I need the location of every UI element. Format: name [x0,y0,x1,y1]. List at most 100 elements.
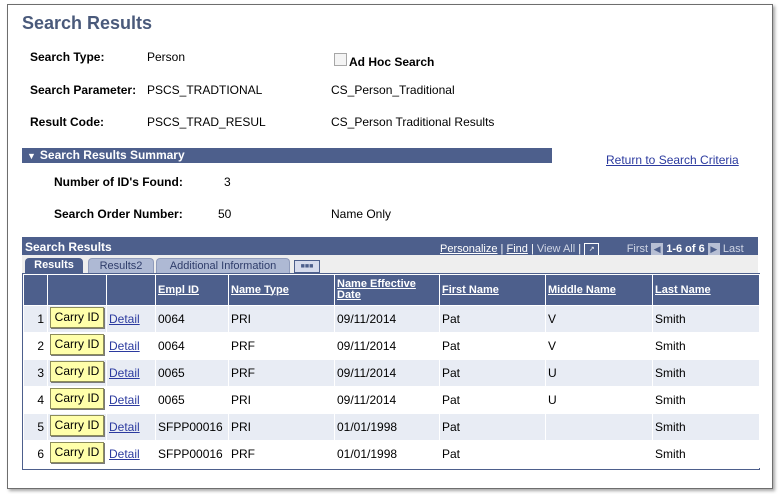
row-number: 1 [23,305,48,333]
view-all-link[interactable]: View All [537,243,575,255]
name-type-cell: PRI [228,413,335,441]
search-order-label: Search Order Number: [54,207,183,221]
column-header-first-name[interactable]: First Name [439,274,546,306]
eff-date-cell: 01/01/1998 [334,413,440,441]
last-name-cell: Smith [652,413,760,441]
table-row: 4 Carry ID Detail 0065 PRI 09/11/2014 Pa… [23,386,760,414]
column-header-rownum [23,274,48,306]
first-name-cell: Pat [439,332,546,360]
carry-id-button[interactable]: Carry ID [50,388,104,409]
eff-date-cell: 01/01/1998 [334,440,440,468]
name-type-cell: PRI [228,386,335,414]
first-name-cell: Pat [439,359,546,387]
return-to-search-criteria-link[interactable]: Return to Search Criteria [606,153,739,167]
carry-id-button[interactable]: Carry ID [50,415,104,436]
summary-section-header[interactable]: ▼ Search Results Summary [22,148,552,163]
results-grid: Empl ID Name Type Name Effective Date Fi… [22,273,760,470]
first-link[interactable]: First [627,243,648,255]
tab-additional-information[interactable]: Additional Information [156,258,290,274]
row-number: 2 [23,332,48,360]
next-arrow-icon[interactable]: ▶ [707,243,720,256]
grid-header: Search Results Personalize | Find | View… [22,237,758,256]
empl-id-cell: SFPP00016 [155,413,229,441]
last-name-cell: Smith [652,386,760,414]
column-header-detail [106,274,156,306]
row-number: 5 [23,413,48,441]
zoom-grid-icon[interactable]: ↗ [584,242,600,256]
tab-results2[interactable]: Results2 [88,258,154,274]
carry-id-button[interactable]: Carry ID [50,307,104,328]
empl-id-cell: 0065 [155,359,229,387]
name-type-cell: PRI [228,305,335,333]
detail-cell: Detail [106,332,156,360]
detail-cell: Detail [106,440,156,468]
row-number: 4 [23,386,48,414]
carry-cell: Carry ID [47,413,107,441]
carry-id-button[interactable]: Carry ID [50,334,104,355]
table-row: 6 Carry ID Detail SFPP00016 PRF 01/01/19… [23,440,760,468]
detail-link[interactable]: Detail [109,312,140,326]
detail-link[interactable]: Detail [109,420,140,434]
ids-found-label: Number of ID's Found: [54,175,183,189]
ad-hoc-search-label: Ad Hoc Search [349,55,435,69]
collapse-triangle-icon[interactable]: ▼ [27,149,36,164]
empl-id-cell: 0064 [155,305,229,333]
empl-id-cell: SFPP00016 [155,440,229,468]
ad-hoc-search-checkbox[interactable] [334,53,347,66]
detail-link[interactable]: Detail [109,339,140,353]
column-header-carry [47,274,107,306]
detail-link[interactable]: Detail [109,447,140,461]
eff-date-cell: 09/11/2014 [334,359,440,387]
search-type-label: Search Type: [30,50,105,64]
result-code-label: Result Code: [30,115,105,129]
search-parameter-label: Search Parameter: [30,83,137,97]
eff-date-cell: 09/11/2014 [334,332,440,360]
carry-cell: Carry ID [47,440,107,468]
column-header-name-effective-date[interactable]: Name Effective Date [334,274,440,306]
summary-title: Search Results Summary [39,148,185,162]
detail-link[interactable]: Detail [109,366,140,380]
detail-cell: Detail [106,359,156,387]
column-header-empl-id[interactable]: Empl ID [155,274,229,306]
carry-id-button[interactable]: Carry ID [50,442,104,463]
last-link[interactable]: Last [723,243,744,255]
search-parameter-value: PSCS_TRADTIONAL [147,83,263,97]
grid-tabs: Results Results2 Additional Information … [22,255,758,274]
column-header-middle-name[interactable]: Middle Name [545,274,653,306]
last-name-cell: Smith [652,359,760,387]
middle-name-cell: V [545,332,653,360]
carry-id-button[interactable]: Carry ID [50,361,104,382]
find-link[interactable]: Find [506,243,527,255]
column-header-name-type[interactable]: Name Type [228,274,335,306]
search-order-value: 50 [218,207,232,221]
result-code-value: PSCS_TRAD_RESUL [147,115,266,129]
column-header-last-name[interactable]: Last Name [652,274,760,306]
previous-arrow-icon[interactable]: ◀ [651,243,664,256]
detail-link[interactable]: Detail [109,393,140,407]
show-all-columns-icon[interactable]: ■■■ [294,260,320,273]
table-row: 1 Carry ID Detail 0064 PRI 09/11/2014 Pa… [23,305,760,333]
row-range: 1-6 of 6 [666,243,705,255]
row-number: 3 [23,359,48,387]
last-name-cell: Smith [652,440,760,468]
last-name-cell: Smith [652,305,760,333]
detail-cell: Detail [106,305,156,333]
detail-cell: Detail [106,413,156,441]
results-table: Empl ID Name Type Name Effective Date Fi… [23,274,760,468]
table-row: 5 Carry ID Detail SFPP00016 PRI 01/01/19… [23,413,760,441]
carry-cell: Carry ID [47,305,107,333]
tab-results[interactable]: Results [25,258,83,273]
first-name-cell: Pat [439,386,546,414]
middle-name-cell [545,440,653,468]
personalize-link[interactable]: Personalize [440,243,497,255]
middle-name-cell: V [545,305,653,333]
page-title: Search Results [22,13,153,33]
middle-name-cell: U [545,359,653,387]
row-number: 6 [23,440,48,468]
search-type-value: Person [147,50,186,64]
table-header-row: Empl ID Name Type Name Effective Date Fi… [23,274,760,306]
table-row: 2 Carry ID Detail 0064 PRF 09/11/2014 Pa… [23,332,760,360]
empl-id-cell: 0064 [155,332,229,360]
carry-cell: Carry ID [47,359,107,387]
ids-found-value: 3 [224,175,231,189]
